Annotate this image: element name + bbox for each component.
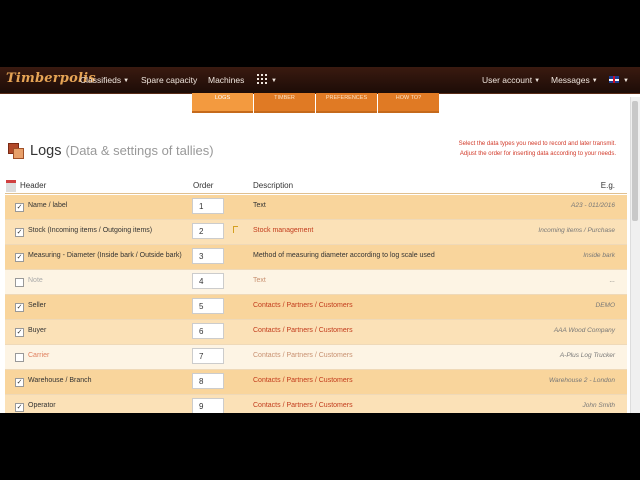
- column-header-header: Header: [20, 181, 47, 190]
- chevron-down-icon: ▼: [271, 78, 277, 84]
- row-description: Method of measuring diameter according t…: [253, 252, 435, 259]
- row-example: Warehouse 2 - London: [548, 377, 615, 384]
- section-tabs: LOGS TIMBER PREFERENCES HOW TO?: [192, 93, 440, 113]
- order-input[interactable]: 4: [192, 273, 224, 289]
- tab-preferences[interactable]: PREFERENCES: [316, 93, 377, 113]
- row-description[interactable]: Contacts / Partners / Customers: [253, 377, 353, 384]
- row-example: ...: [609, 277, 615, 284]
- row-checkbox[interactable]: [15, 353, 24, 362]
- chevron-down-icon: ▼: [123, 78, 130, 84]
- row-checkbox[interactable]: ✓: [15, 378, 24, 387]
- table-row: ✓ Operator 9 Contacts / Partners / Customer…: [5, 395, 627, 413]
- row-label: Note: [28, 277, 43, 284]
- row-description[interactable]: Contacts / Partners / Customers: [253, 302, 353, 309]
- column-header-example: E.g.: [600, 181, 615, 190]
- order-input[interactable]: 7: [192, 348, 224, 364]
- nav-user-account-label: User account: [482, 75, 533, 85]
- apps-grid-icon[interactable]: [257, 74, 267, 84]
- language-caret[interactable]: ▼: [621, 75, 629, 85]
- row-example: Inside bark: [583, 252, 615, 259]
- instructions-hint: Select the data types you need to record…: [459, 139, 616, 159]
- hint-line-2: Adjust the order for inserting data acco…: [459, 151, 616, 157]
- nav-classifieds-label: Classifieds: [80, 75, 122, 85]
- table-row: ✓ Measuring - Diameter (Inside bark / Out…: [5, 245, 627, 270]
- row-label: Carrier: [28, 352, 50, 359]
- row-example: A23 - 011/2016: [571, 202, 615, 209]
- row-example: A-Plus Log Trucker: [559, 352, 615, 359]
- mouse-cursor: [233, 226, 238, 233]
- tab-how-to[interactable]: HOW TO?: [378, 93, 439, 113]
- row-description[interactable]: Contacts / Partners / Customers: [253, 402, 353, 409]
- apps-menu-caret[interactable]: ▼: [269, 75, 277, 85]
- page-title: Logs (Data & settings of tallies): [30, 143, 214, 159]
- chevron-down-icon: ▼: [591, 78, 598, 84]
- row-label: Operator: [28, 402, 56, 409]
- column-header-description: Description: [253, 181, 294, 190]
- order-input[interactable]: 8: [192, 373, 224, 389]
- row-checkbox[interactable]: [15, 278, 24, 287]
- tab-logs[interactable]: LOGS: [192, 93, 253, 113]
- order-input[interactable]: 9: [192, 398, 224, 413]
- row-checkbox[interactable]: ✓: [15, 328, 24, 337]
- row-label: Stock (Incoming items / Outgoing items): [28, 227, 153, 234]
- table-row: ✓ Seller 5 Contacts / Partners / Customers D…: [5, 295, 627, 320]
- nav-user-account[interactable]: User account ▼: [482, 75, 540, 85]
- data-types-table: ✓ Name / label 1 Text A23 - 011/2016 ✓ Stock (…: [5, 195, 627, 413]
- scrollbar-thumb[interactable]: [632, 101, 638, 221]
- row-checkbox[interactable]: ✓: [15, 403, 24, 412]
- uk-flag-icon[interactable]: [609, 76, 619, 83]
- row-label: Measuring - Diameter (Inside bark / Outs…: [28, 252, 182, 259]
- nav-messages[interactable]: Messages ▼: [551, 75, 598, 85]
- browser-viewport: Timberpolis Classifieds ▼ Spare capacity …: [0, 67, 640, 413]
- row-checkbox[interactable]: ✓: [15, 203, 24, 212]
- hint-line-1: Select the data types you need to record…: [458, 141, 616, 147]
- row-example: John Smith: [582, 402, 615, 409]
- order-input[interactable]: 1: [192, 198, 224, 214]
- row-description: Text: [253, 277, 266, 284]
- row-checkbox[interactable]: ✓: [15, 303, 24, 312]
- row-example: Incoming items / Purchase: [538, 227, 615, 234]
- row-description[interactable]: Contacts / Partners / Customers: [253, 352, 353, 359]
- table-header-row: Header Order Description E.g.: [5, 175, 627, 194]
- nav-spare-capacity[interactable]: Spare capacity: [141, 75, 197, 85]
- table-row: ✓ Buyer 6 Contacts / Partners / Customers AA…: [5, 320, 627, 345]
- order-input[interactable]: 6: [192, 323, 224, 339]
- order-input[interactable]: 3: [192, 248, 224, 264]
- table-header-icon: [6, 180, 16, 192]
- row-description[interactable]: Stock management: [253, 227, 313, 234]
- row-label: Seller: [28, 302, 46, 309]
- row-checkbox[interactable]: ✓: [15, 228, 24, 237]
- page-title-text: Logs: [30, 143, 62, 159]
- row-description[interactable]: Contacts / Partners / Customers: [253, 327, 353, 334]
- table-row: Note 4 Text...: [5, 270, 627, 295]
- logs-icon: [8, 143, 24, 159]
- column-header-order: Order: [193, 181, 214, 190]
- nav-messages-label: Messages: [551, 75, 590, 85]
- page-subtitle: (Data & settings of tallies): [65, 143, 214, 158]
- order-input[interactable]: 2: [192, 223, 224, 239]
- row-example: AAA Wood Company: [553, 327, 615, 334]
- vertical-scrollbar[interactable]: [630, 97, 640, 413]
- chevron-down-icon: ▼: [534, 78, 541, 84]
- table-row: ✓ Warehouse / Branch 8 Contacts / Partners …: [5, 370, 627, 395]
- table-row: ✓ Stock (Incoming items / Outgoing items)…: [5, 220, 627, 245]
- nav-machines[interactable]: Machines: [208, 75, 244, 85]
- top-navbar: Timberpolis Classifieds ▼ Spare capacity …: [0, 67, 640, 94]
- order-input[interactable]: 5: [192, 298, 224, 314]
- row-example: DEMO: [595, 302, 616, 309]
- chevron-down-icon: ▼: [623, 78, 629, 84]
- tab-timber[interactable]: TIMBER: [254, 93, 315, 113]
- row-label: Buyer: [28, 327, 47, 334]
- table-row: ✓ Name / label 1 Text A23 - 011/2016: [5, 195, 627, 220]
- row-label: Name / label: [28, 202, 68, 209]
- nav-classifieds[interactable]: Classifieds ▼: [80, 75, 129, 85]
- row-label: Warehouse / Branch: [28, 377, 92, 384]
- row-description: Text: [253, 202, 266, 209]
- row-checkbox[interactable]: ✓: [15, 253, 24, 262]
- table-row: Carrier 7 Contacts / Partners / Customers A…: [5, 345, 627, 370]
